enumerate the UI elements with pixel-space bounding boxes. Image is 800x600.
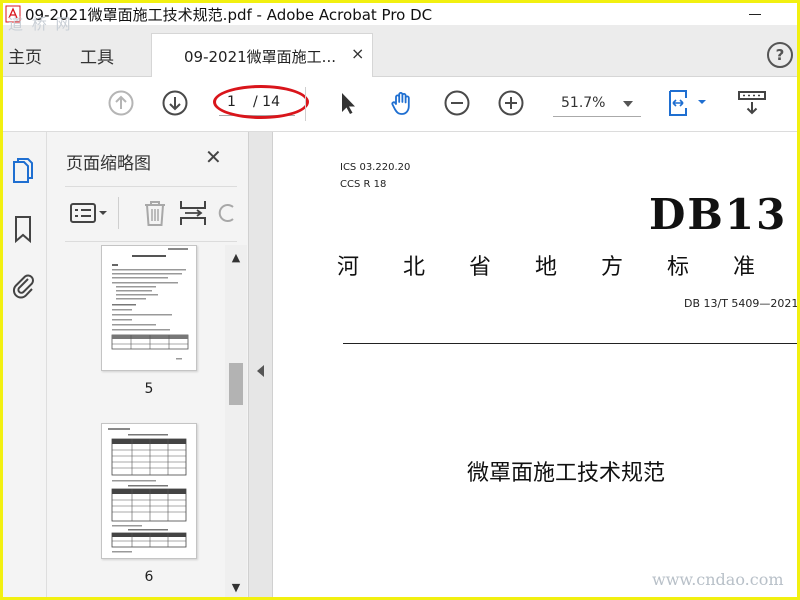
acrobat-window: 09-2021微罩面施工技术规范.pdf - Adobe Acrobat Pro… — [3, 3, 797, 597]
hand-tool-icon[interactable] — [388, 89, 416, 117]
document-tab-label: 09-2021微罩面施工... — [184, 48, 336, 66]
rotate-page-icon[interactable] — [217, 199, 237, 227]
thumbnail-list: 5 6 — [47, 245, 225, 597]
menu-home[interactable]: 主页 — [8, 43, 42, 68]
thumbnail-6-label: 6 — [144, 569, 154, 585]
zoom-in-icon[interactable] — [497, 89, 525, 117]
scroll-up-icon[interactable]: ▲ — [230, 251, 242, 264]
menu-tools[interactable]: 工具 — [80, 43, 114, 68]
thumbnail-scrollbar[interactable]: ▲ ▼ — [225, 245, 247, 597]
doc-ics: ICS 03.220.20 — [340, 162, 411, 173]
tab-bar: 主页 工具 09-2021微罩面施工... × ? — [3, 25, 797, 78]
thumbnail-page-6[interactable] — [101, 423, 197, 559]
watermark-top-left: 道 桥 网 — [8, 15, 73, 33]
thumbnails-panel: 页面缩略图 ✕ 5 6 ▲ ▼ — [47, 132, 248, 597]
toolbar: 1 / 14 51.7% — [3, 77, 797, 132]
doc-ccs: CCS R 18 — [340, 179, 387, 190]
highlight-ellipse — [213, 85, 309, 119]
collapse-panel-icon[interactable] — [257, 365, 264, 377]
select-cursor-icon[interactable] — [333, 89, 361, 117]
doc-divider — [343, 343, 797, 344]
thumbnail-6-preview — [108, 428, 187, 553]
delete-page-icon[interactable] — [139, 199, 171, 227]
attachments-icon[interactable] — [9, 270, 37, 300]
doc-db-mark: DB13 — [649, 190, 788, 239]
previous-page-icon[interactable] — [107, 89, 135, 117]
fit-page-icon[interactable] — [667, 89, 711, 117]
window-title: 09-2021微罩面施工技术规范.pdf - Adobe Acrobat Pro… — [25, 6, 433, 24]
scroll-mode-icon[interactable] — [736, 89, 768, 117]
toolbar-divider — [305, 87, 306, 121]
document-view[interactable]: ICS 03.220.20 CCS R 18 DB13 河北省地方标准 DB 1… — [273, 132, 797, 597]
thumbnail-options-icon[interactable] — [69, 199, 109, 227]
panel-toolbar-divider — [118, 197, 119, 229]
document-tab[interactable]: 09-2021微罩面施工... × — [151, 33, 373, 78]
doc-title: 微罩面施工技术规范 — [467, 461, 666, 486]
zoom-out-icon[interactable] — [443, 89, 471, 117]
title-bar: 09-2021微罩面施工技术规范.pdf - Adobe Acrobat Pro… — [3, 3, 797, 25]
zoom-value: 51.7% — [561, 95, 606, 111]
close-tab-icon[interactable]: × — [351, 44, 364, 63]
help-icon[interactable]: ? — [767, 42, 793, 68]
panel-collapse-bar[interactable] — [248, 132, 273, 597]
bookmarks-icon[interactable] — [9, 214, 37, 244]
doc-standard-line: 河北省地方标准 — [337, 255, 797, 280]
doc-standard-code: DB 13/T 5409—2021 — [684, 297, 797, 310]
zoom-dropdown[interactable]: 51.7% — [553, 91, 641, 117]
thumbnail-5-preview — [111, 248, 189, 360]
insert-page-icon[interactable] — [177, 199, 209, 227]
thumbnail-5-label: 5 — [144, 381, 154, 397]
close-panel-icon[interactable]: ✕ — [205, 145, 222, 169]
thumbnail-page-5[interactable] — [101, 245, 197, 371]
page-thumbnails-icon[interactable] — [9, 156, 37, 186]
chevron-down-icon — [623, 101, 633, 107]
panel-title: 页面缩略图 — [66, 154, 151, 174]
watermark-bottom-right: www.cndao.com — [652, 570, 784, 589]
scrollbar-thumb[interactable] — [229, 363, 243, 405]
next-page-icon[interactable] — [161, 89, 189, 117]
scroll-down-icon[interactable]: ▼ — [230, 581, 242, 594]
minimize-button[interactable] — [741, 3, 771, 25]
panel-toolbar — [65, 186, 237, 242]
navigation-rail — [3, 132, 47, 597]
